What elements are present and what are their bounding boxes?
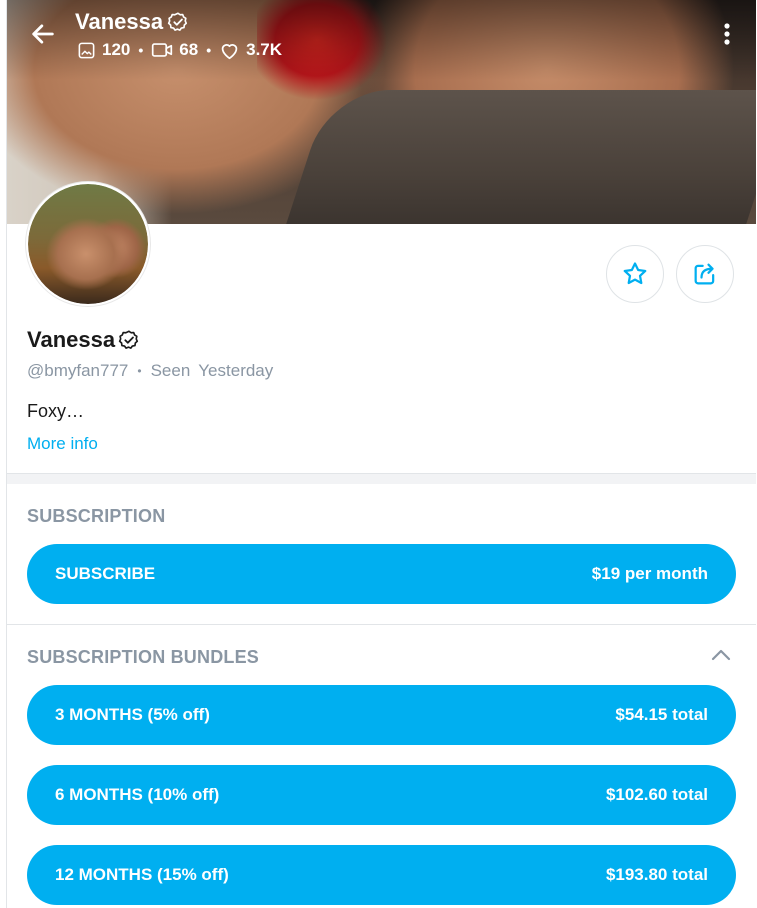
more-info-link[interactable]: More info — [27, 434, 98, 454]
heart-icon — [221, 43, 238, 59]
add-to-favorites-button[interactable] — [606, 245, 664, 303]
header-title: Vanessa — [75, 9, 164, 34]
profile-page: Vanessa 120 • 68 • 3.7K Vanessa @bmyfan7… — [0, 0, 757, 908]
bundle-label: 12 MONTHS (15% off) — [55, 865, 229, 884]
videos-count-value: 68 — [179, 40, 199, 59]
seen-value: Yesterday — [198, 361, 274, 380]
image-icon — [78, 42, 95, 58]
profile-bio: Foxy… — [27, 401, 85, 421]
avatar[interactable] — [26, 182, 150, 306]
separator-dot: • — [138, 42, 144, 58]
header-title-row: Vanessa — [75, 9, 189, 35]
subscribe-button[interactable]: SUBSCRIBE $19 per month — [27, 544, 736, 604]
subscribe-button-price: $19 per month — [591, 564, 708, 583]
photos-count-value: 120 — [102, 40, 131, 59]
likes-count: 3.7K — [219, 40, 282, 60]
bundles-title: SUBSCRIPTION BUNDLES — [27, 647, 260, 667]
profile-meta: @bmyfan777 • Seen Yesterday — [27, 361, 273, 381]
top-bar: Vanessa 120 • 68 • 3.7K — [7, 0, 756, 80]
separator-dot: • — [206, 42, 212, 58]
separator-dot: • — [137, 364, 142, 378]
bundle-price: $54.15 total — [615, 705, 708, 724]
subscribe-button-label: SUBSCRIBE — [55, 564, 156, 583]
verified-badge-icon — [167, 12, 188, 31]
share-button[interactable] — [676, 245, 734, 303]
chevron-up-icon[interactable] — [708, 644, 734, 666]
header-stats: 120 • 68 • 3.7K — [77, 40, 282, 60]
photos-count[interactable]: 120 — [77, 40, 130, 60]
verified-badge-icon — [118, 330, 139, 349]
bundle-3-months-button[interactable]: 3 MONTHS (5% off) $54.15 total — [27, 685, 736, 745]
bundle-price: $193.80 total — [605, 865, 708, 884]
bundle-label: 6 MONTHS (10% off) — [55, 785, 220, 804]
profile-name-row: Vanessa — [27, 327, 140, 353]
bundle-price: $102.60 total — [605, 785, 708, 804]
profile-handle[interactable]: @bmyfan777 — [27, 361, 128, 381]
profile-name: Vanessa — [27, 327, 116, 352]
share-icon — [694, 263, 715, 285]
section-gap — [7, 474, 756, 484]
videos-count[interactable]: 68 — [151, 40, 198, 60]
video-icon — [152, 43, 173, 57]
arrow-left-icon[interactable] — [29, 20, 57, 48]
subscription-title: SUBSCRIPTION — [27, 506, 166, 526]
bundle-label: 3 MONTHS (5% off) — [55, 705, 210, 724]
star-icon — [623, 262, 647, 285]
bundle-12-months-button[interactable]: 12 MONTHS (15% off) $193.80 total — [27, 845, 736, 905]
bundle-6-months-button[interactable]: 6 MONTHS (10% off) $102.60 total — [27, 765, 736, 825]
likes-count-value: 3.7K — [246, 40, 283, 59]
divider — [7, 624, 756, 625]
seen-label: Seen — [150, 361, 191, 380]
kebab-menu-icon[interactable] — [717, 18, 737, 50]
